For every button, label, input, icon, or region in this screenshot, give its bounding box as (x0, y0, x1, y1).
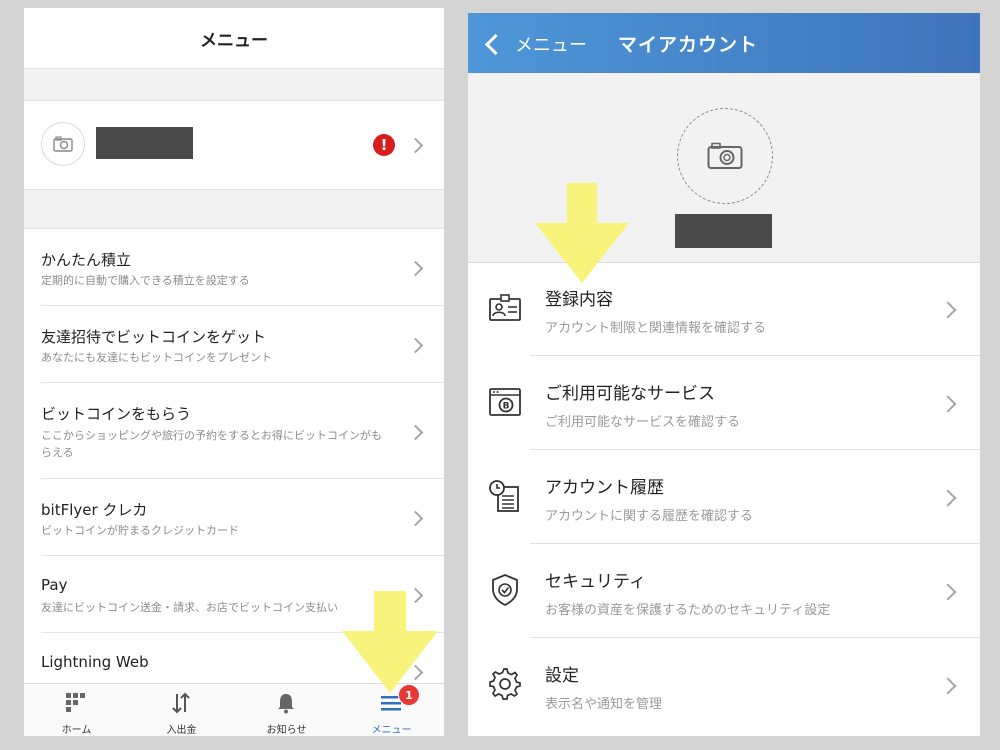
tab-label: お知らせ (266, 725, 307, 736)
profile-row[interactable]: ! (24, 100, 444, 190)
chevron-right-icon (407, 510, 424, 527)
tab-label: 入出金 (166, 725, 197, 736)
back-label: メニュー (515, 35, 587, 56)
item-subtitle: アカウント制限と関連情報を確認する (545, 321, 767, 336)
id-card-icon (489, 294, 521, 321)
list-item[interactable]: かんたん積立 定期的に自動で購入できる積立を設定する (24, 229, 444, 306)
camera-icon (41, 122, 85, 166)
item-subtitle: ここからショッピングや旅行の予約をするとお得にビットコインがもらえる (41, 429, 382, 459)
item-subtitle: ご利用可能なサービスを確認する (545, 415, 741, 430)
item-subtitle: 友達にビットコイン送金・請求、お店でビットコイン支払い (41, 601, 338, 614)
item-title: アカウント履歴 (545, 478, 664, 498)
alert-icon: ! (373, 134, 395, 156)
chevron-right-icon (939, 395, 957, 413)
item-subtitle: アカウントに関する履歴を確認する (545, 509, 754, 524)
svg-text:B: B (503, 402, 510, 412)
menu-screen: メニュー ! かんたん積立 定期的に自動で購入できる積立を設定する 友達招待でビ… (24, 8, 444, 736)
item-title: Lightning Web (41, 653, 149, 671)
chevron-right-icon (939, 677, 957, 695)
chevron-right-icon (407, 337, 424, 354)
page-title: マイアカウント (618, 34, 759, 56)
item-title: ご利用可能なサービス (545, 384, 715, 404)
item-subtitle: 定期的に自動で購入できる積立を設定する (41, 274, 250, 287)
chevron-right-icon (407, 260, 424, 277)
bell-icon (278, 694, 294, 714)
bitcoin-browser-icon: B (489, 388, 521, 416)
item-title: 設定 (545, 666, 579, 686)
redacted-username (96, 127, 193, 159)
item-title: 登録内容 (545, 290, 613, 310)
item-title: かんたん積立 (41, 251, 132, 269)
annotation-arrow-down-icon (342, 591, 438, 693)
account-item-settings[interactable]: 設定 表示名や通知を管理 (468, 638, 980, 732)
deposit-withdraw-arrows-icon (172, 692, 190, 714)
item-title: セキュリティ (545, 572, 646, 592)
my-account-screen: メニュー マイアカウント 登録内容 アカウント制限と関連情報を確認する B ご利… (468, 13, 980, 736)
account-item-history[interactable]: アカウント履歴 アカウントに関する履歴を確認する (468, 450, 980, 544)
history-document-icon (489, 480, 519, 512)
item-subtitle: お客様の資産を保護するためのセキュリティ設定 (545, 603, 831, 618)
home-grid-icon (66, 693, 85, 712)
item-title: Pay (41, 576, 68, 594)
chevron-left-icon (484, 33, 507, 55)
item-title: 友達招待でビットコインをゲット (41, 328, 267, 346)
tab-label: メニュー (371, 725, 412, 736)
account-item-security[interactable]: セキュリティ お客様の資産を保護するためのセキュリティ設定 (468, 544, 980, 638)
list-item[interactable]: bitFlyer クレカ ビットコインが貯まるクレジットカード (24, 479, 444, 556)
menu-header: メニュー (24, 8, 444, 69)
chevron-right-icon (939, 489, 957, 507)
page-title: メニュー (200, 30, 268, 51)
item-subtitle: 表示名や通知を管理 (545, 697, 663, 712)
camera-icon[interactable] (677, 108, 773, 204)
account-item-available-services[interactable]: B ご利用可能なサービス ご利用可能なサービスを確認する (468, 356, 980, 450)
redacted-username (675, 214, 772, 248)
chevron-right-icon (407, 137, 424, 154)
list-item[interactable]: 友達招待でビットコインをゲット あなたにも友達にもビットコインをプレゼント (24, 306, 444, 383)
back-button[interactable]: メニュー (482, 31, 587, 57)
shield-check-icon (492, 574, 518, 607)
chevron-right-icon (939, 583, 957, 601)
navigation-header: メニュー マイアカウント (468, 13, 980, 73)
chevron-right-icon (939, 301, 957, 319)
tab-label: ホーム (61, 725, 92, 736)
tab-home[interactable]: ホーム (24, 684, 129, 736)
list-item[interactable]: ビットコインをもらう ここからショッピングや旅行の予約をするとお得にビットコイン… (24, 383, 444, 479)
item-subtitle: あなたにも友達にもビットコインをプレゼント (41, 351, 272, 364)
item-title: ビットコインをもらう (41, 405, 192, 423)
annotation-arrow-down-icon (535, 183, 629, 283)
item-title: bitFlyer クレカ (41, 501, 148, 519)
chevron-right-icon (407, 424, 424, 441)
tab-notifications[interactable]: お知らせ (234, 684, 339, 736)
gear-icon (489, 668, 521, 700)
item-subtitle: ビットコインが貯まるクレジットカード (41, 524, 239, 537)
tab-deposit-withdraw[interactable]: 入出金 (129, 684, 234, 736)
